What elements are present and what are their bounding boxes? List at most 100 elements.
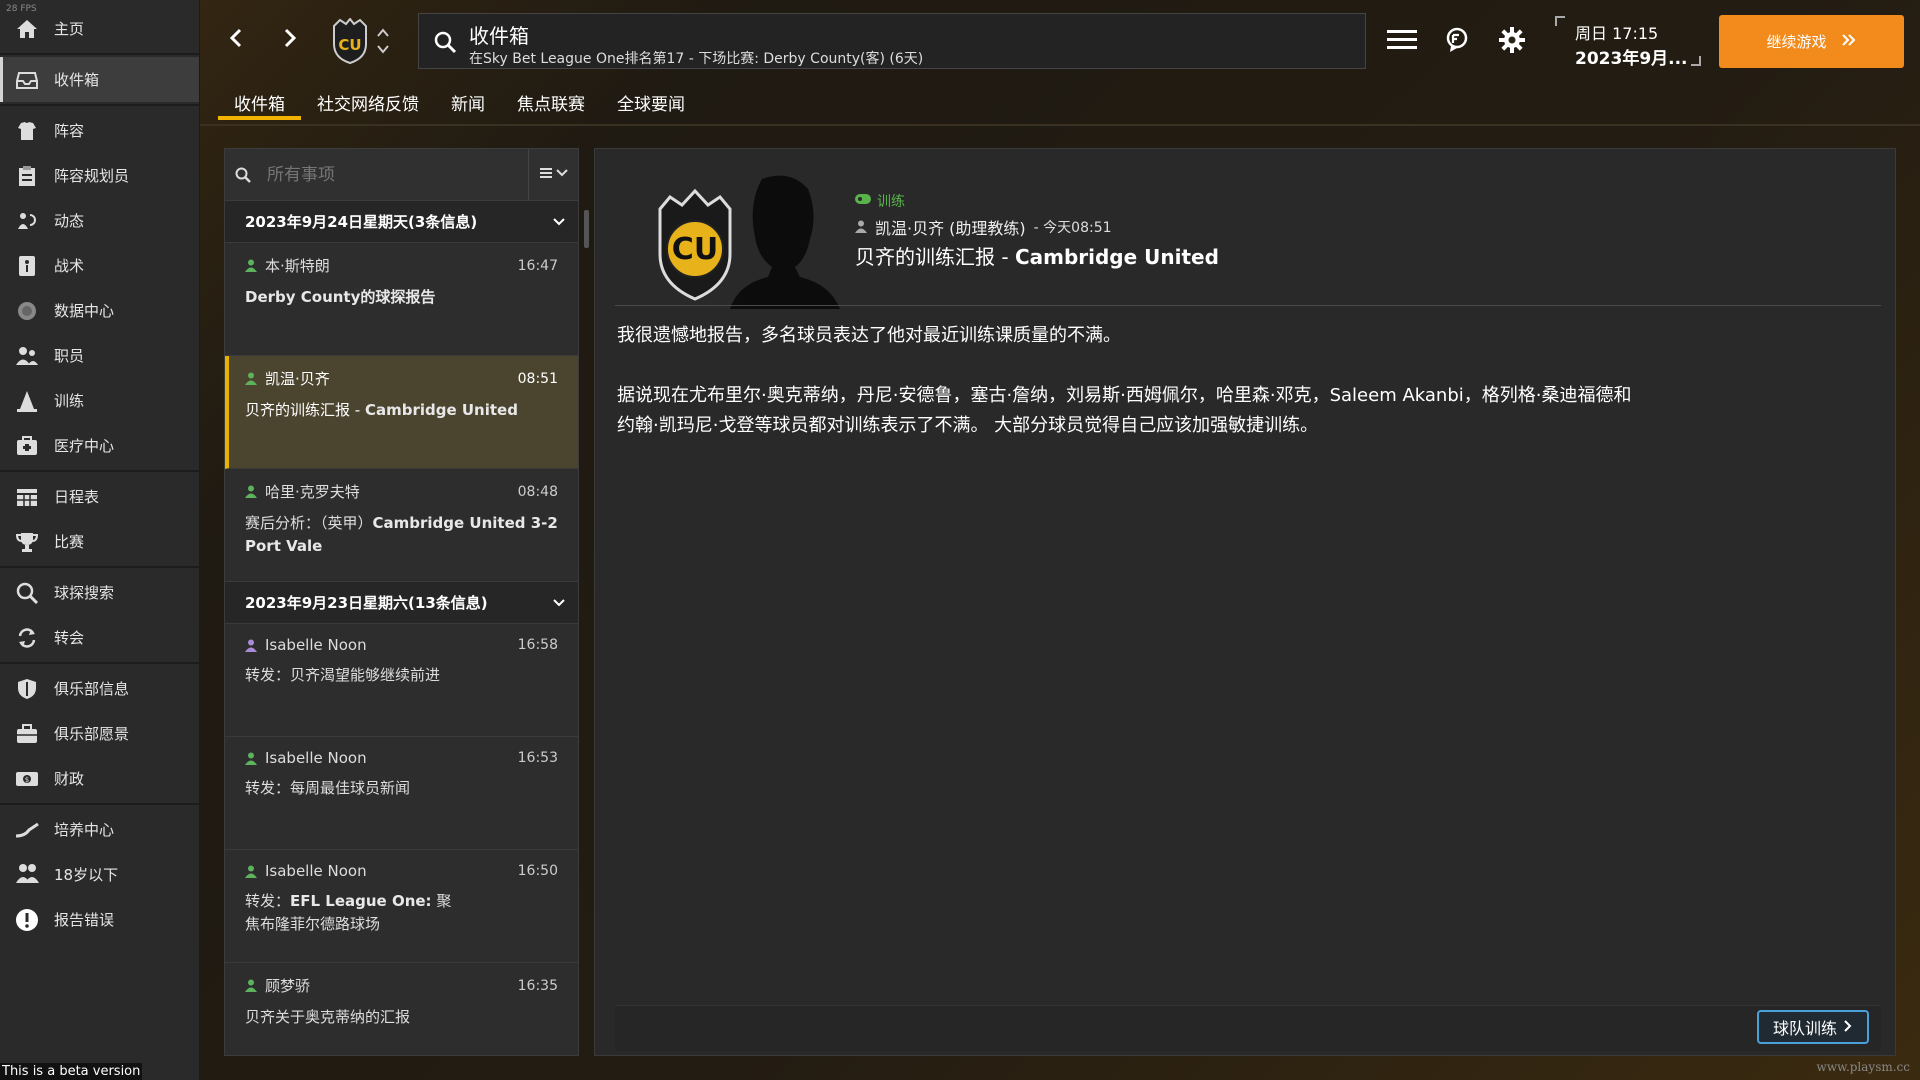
development-icon <box>14 818 40 842</box>
filter-input[interactable] <box>255 149 528 200</box>
sidebar-item-medical[interactable]: 医疗中心 <box>0 423 199 468</box>
person-icon <box>245 485 257 498</box>
forward-button[interactable] <box>278 28 302 52</box>
home-icon <box>14 17 40 41</box>
tab-news[interactable]: 新闻 <box>435 86 501 120</box>
alert-icon <box>14 908 40 932</box>
chevron-down-icon <box>552 594 566 612</box>
message-item[interactable]: Isabelle Noon 16:50 转发：EFL League One: 聚… <box>225 850 578 963</box>
person-icon <box>245 639 257 652</box>
double-chevron-right-icon <box>1841 33 1857 51</box>
message-time: 16:47 <box>517 257 558 274</box>
league-status: 在Sky Bet League One排名第17 - 下场比赛: Derby C… <box>469 51 924 67</box>
sidebar-item-squad[interactable]: 阵容 <box>0 108 199 153</box>
message-subject: 转发：贝齐渴望能够继续前进 <box>245 666 441 684</box>
message-sender: Isabelle Noon <box>265 636 367 654</box>
sidebar-item-tactics[interactable]: 战术 <box>0 243 199 288</box>
search-icon <box>433 30 457 58</box>
message-sender: 本·斯特朗 <box>265 257 330 275</box>
sidebar-item-finances[interactable]: $ 财政 <box>0 756 199 801</box>
divider <box>0 104 199 106</box>
message-item-selected[interactable]: 凯温·贝齐 08:51 贝齐的训练汇报 - Cambridge United <box>225 356 578 469</box>
tactics-icon <box>14 254 40 278</box>
message-sender: 哈里·克罗夫特 <box>265 483 360 501</box>
message-item[interactable]: Isabelle Noon 16:53 转发：每周最佳球员新闻 <box>225 737 578 850</box>
game-date[interactable]: 周日 17:15 2023年9月... <box>1575 20 1705 69</box>
sidebar-item-squad-planner[interactable]: 阵容规划员 <box>0 153 199 198</box>
person-icon <box>245 979 257 992</box>
message-item[interactable]: 哈里·克罗夫特 08:48 赛后分析：（英甲）Cambridge United … <box>225 469 578 582</box>
message-item[interactable]: Isabelle Noon 16:58 转发：贝齐渴望能够继续前进 <box>225 624 578 737</box>
sidebar-item-staff[interactable]: 职员 <box>0 333 199 378</box>
sidebar-item-label: 球探搜索 <box>54 584 115 602</box>
sidebar-item-competitions[interactable]: 比赛 <box>0 519 199 564</box>
tab-world-news[interactable]: 全球要闻 <box>601 86 701 120</box>
tab-inbox[interactable]: 收件箱 <box>218 86 301 120</box>
sidebar-item-dynamics[interactable]: 动态 <box>0 198 199 243</box>
back-button[interactable] <box>224 28 248 52</box>
sidebar-item-schedule[interactable]: 日程表 <box>0 474 199 519</box>
main-menu-button[interactable] <box>1386 26 1418 58</box>
svg-text:CU: CU <box>672 232 718 267</box>
staff-icon <box>14 344 40 368</box>
chevron-left-icon <box>229 28 243 52</box>
sidebar-item-label: 收件箱 <box>54 71 100 89</box>
message-subject: 转发：每周最佳球员新闻 <box>245 779 411 797</box>
page-title: 收件箱 <box>469 24 529 48</box>
club-switch-arrows[interactable] <box>376 26 390 56</box>
message-title: 贝齐的训练汇报 - Cambridge United <box>855 245 1219 269</box>
person-icon <box>245 372 257 385</box>
sidebar-item-club-info[interactable]: 俱乐部信息 <box>0 666 199 711</box>
sender-avatar: CU <box>650 159 840 309</box>
settings-button[interactable] <box>1496 26 1528 58</box>
squad-icon <box>14 119 40 143</box>
divider <box>0 566 199 568</box>
message-time: 16:58 <box>517 637 558 653</box>
sidebar-item-label: 主页 <box>54 20 85 38</box>
continue-game-button[interactable]: 继续游戏 <box>1719 15 1904 68</box>
list-scrollbar[interactable] <box>584 210 589 248</box>
sidebar-item-development-centre[interactable]: 培养中心 <box>0 807 199 852</box>
date-group-header[interactable]: 2023年9月24日星期天(3条信息) <box>225 201 578 243</box>
club-crest-button[interactable]: CU <box>330 17 370 65</box>
divider <box>0 803 199 805</box>
tab-social-feed[interactable]: 社交网络反馈 <box>301 86 435 120</box>
message-subject: Derby County的球探报告 <box>245 288 436 306</box>
hamburger-menu-icon <box>1387 28 1417 56</box>
sidebar-item-label: 战术 <box>54 257 85 275</box>
page-header-search[interactable]: 收件箱 在Sky Bet League One排名第17 - 下场比赛: Der… <box>418 13 1366 69</box>
tab-focus-leagues[interactable]: 焦点联赛 <box>501 86 601 120</box>
message-paragraph: 我很遗憾地报告，多名球员表达了他对最近训练课质量的不满。 <box>617 325 1121 346</box>
sidebar-item-label: 18岁以下 <box>54 866 119 884</box>
sidebar-item-club-vision[interactable]: 俱乐部愿景 <box>0 711 199 756</box>
club-crest-icon: CU <box>658 188 732 301</box>
football-manager-icon <box>1445 27 1469 57</box>
svg-text:CU: CU <box>338 36 361 54</box>
sidebar-item-training[interactable]: 训练 <box>0 378 199 423</box>
message-item[interactable]: 本·斯特朗 16:47 Derby County的球探报告 <box>225 243 578 356</box>
date-group-header[interactable]: 2023年9月23日星期六(13条信息) <box>225 582 578 624</box>
chevron-right-icon <box>283 28 297 52</box>
list-options-dropdown[interactable] <box>528 149 578 200</box>
sidebar-item-under-18[interactable]: 18岁以下 <box>0 852 199 897</box>
sidebar-item-data-hub[interactable]: 数据中心 <box>0 288 199 333</box>
trophy-icon <box>14 530 40 554</box>
fps-counter: 28 FPS <box>6 4 37 14</box>
filter-bar <box>225 149 578 201</box>
training-cone-icon <box>14 389 40 413</box>
sidebar-item-scouting[interactable]: 球探搜索 <box>0 570 199 615</box>
sidebar-item-label: 财政 <box>54 770 85 788</box>
sidebar-item-label: 比赛 <box>54 533 85 551</box>
message-subject: 贝齐关于奥克蒂纳的汇报 <box>245 1008 411 1026</box>
fm-button[interactable] <box>1441 26 1473 58</box>
sidebar-item-inbox[interactable]: 收件箱 <box>0 57 199 102</box>
sidebar-item-report-bug[interactable]: 报告错误 <box>0 897 199 942</box>
watermark: www.playsm.cc <box>1816 1060 1910 1074</box>
message-item[interactable]: 顾梦骄 16:35 贝齐关于奥克蒂纳的汇报 <box>225 963 578 1055</box>
sidebar-item-transfers[interactable]: 转会 <box>0 615 199 660</box>
message-sender: 凯温·贝齐 <box>265 370 330 388</box>
sidebar-item-label: 报告错误 <box>54 911 115 929</box>
data-hub-icon <box>14 299 40 323</box>
team-training-button[interactable]: 球队训练 <box>1756 1010 1869 1044</box>
message-subject: 贝齐的训练汇报 - Cambridge United <box>245 401 518 419</box>
